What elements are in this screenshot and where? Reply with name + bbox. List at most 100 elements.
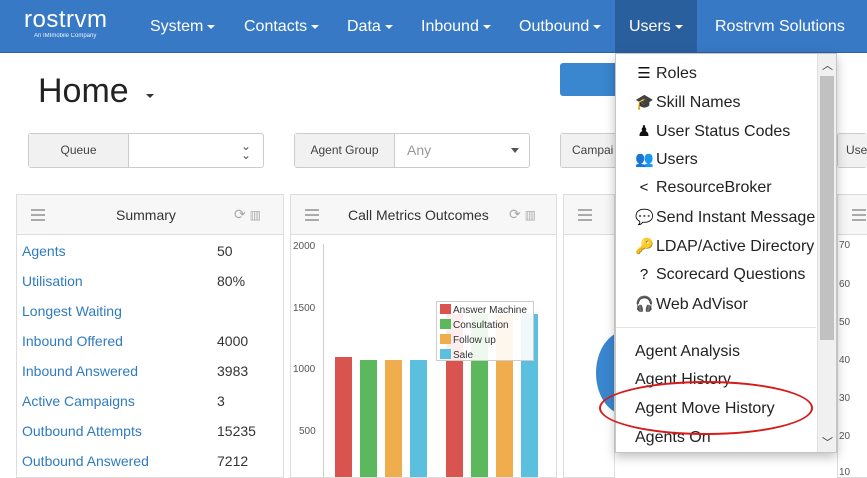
legend-swatch — [440, 304, 451, 314]
queue-label: Queue — [29, 134, 129, 167]
nav-system[interactable]: System — [150, 0, 216, 53]
menu-item-skill-names[interactable]: 🎓 Skill Names — [635, 93, 740, 112]
agent-group-select[interactable]: Any — [407, 134, 431, 167]
drag-handle-icon[interactable] — [852, 209, 866, 224]
legend-entry: Sale — [440, 349, 473, 362]
refresh-chart-icons[interactable]: ⟳ ▥ — [234, 206, 261, 223]
nav-data[interactable]: Data — [347, 0, 393, 53]
user-filter[interactable]: Use — [837, 133, 867, 168]
question-icon: ? — [639, 266, 649, 283]
nav-label: Users — [629, 18, 671, 35]
street-view-icon: ♟ — [637, 123, 651, 140]
queue-filter[interactable]: Queue ⌄ ⌄ — [28, 133, 264, 168]
menu-scrollbar[interactable]: ︿ ﹀ — [817, 54, 836, 452]
menu-item-resourcebroker[interactable]: < ResourceBroker — [635, 179, 772, 197]
chart-bar — [385, 360, 402, 477]
caret-down-icon[interactable] — [146, 94, 154, 98]
panel-title: Summary — [116, 207, 176, 223]
share-alt-icon: < — [639, 179, 649, 196]
chart-bar — [360, 360, 377, 477]
menu-label: Scorecard Questions — [656, 266, 806, 283]
drag-handle-icon[interactable] — [31, 209, 45, 224]
scroll-thumb[interactable] — [820, 76, 834, 340]
summary-label[interactable]: Active Campaigns — [22, 393, 135, 409]
menu-item-user-status-codes[interactable]: ♟ User Status Codes — [635, 122, 790, 141]
caret-down-icon — [482, 24, 491, 29]
menu-item-agent-analysis[interactable]: Agent Analysis — [635, 343, 740, 361]
y-tick-label: 40 — [839, 355, 851, 366]
y-axis-line — [323, 244, 324, 477]
menu-divider — [616, 327, 816, 328]
legend-label: Follow up — [453, 335, 496, 346]
menu-item-web-advisor[interactable]: 🎧 Web AdVisor — [635, 295, 748, 314]
primary-action-button[interactable] — [560, 63, 620, 96]
summary-value: 7212 — [217, 453, 249, 469]
menu-label: ResourceBroker — [656, 179, 772, 196]
nav-users[interactable]: Users — [615, 0, 697, 53]
nav-label: Data — [347, 18, 381, 35]
graduation-cap-icon: 🎓 — [635, 94, 654, 111]
users-icon: 👥 — [635, 151, 654, 168]
nav-outbound[interactable]: Outbound — [519, 0, 602, 53]
page-title[interactable]: Home — [38, 72, 129, 111]
summary-label[interactable]: Inbound Offered — [22, 333, 123, 349]
legend-swatch — [440, 334, 451, 344]
panel-header: Call Metrics Outcomes ⟳ ▥ — [291, 195, 556, 235]
call-metrics-panel: Call Metrics Outcomes ⟳ ▥ 2000 1500 1000… — [290, 194, 557, 478]
agent-group-filter[interactable]: Agent Group Any — [294, 133, 530, 168]
nav-rostrvm-solutions[interactable]: Rostrvm Solutions — [715, 0, 845, 53]
logo-subtitle: An IMImobile Company — [34, 33, 97, 39]
menu-item-send-instant-message[interactable]: 💬 Send Instant Message — [635, 208, 815, 227]
panel-header — [838, 195, 867, 235]
campaign-label: Campai — [561, 134, 621, 167]
y-tick-label: 50 — [839, 317, 851, 328]
summary-label[interactable]: Inbound Answered — [22, 363, 138, 379]
chart-legend: Answer Machine Consultation Follow up Sa… — [436, 301, 534, 361]
summary-label[interactable]: Outbound Attempts — [22, 423, 142, 439]
summary-value: 50 — [217, 243, 233, 259]
summary-panel: Summary ⟳ ▥ Agents 50 Utilisation 80% Lo… — [16, 194, 284, 478]
menu-label: LDAP/Active Directory — [656, 238, 815, 255]
comment-icon: 💬 — [635, 209, 654, 226]
menu-item-ldap[interactable]: 🔑 LDAP/Active Directory — [635, 237, 814, 256]
menu-item-roles[interactable]: ☰ Roles — [635, 64, 697, 83]
chart-bar — [410, 360, 427, 477]
caret-down-icon — [384, 24, 393, 29]
legend-label: Sale — [453, 350, 474, 361]
rostrvm-logo[interactable]: rostrvm An IMImobile Company — [24, 8, 108, 40]
summary-label[interactable]: Longest Waiting — [22, 303, 122, 319]
chevrons-down-icon: ⌄ ⌄ — [241, 139, 252, 162]
drag-handle-icon[interactable] — [305, 209, 319, 224]
menu-item-scorecard-questions[interactable]: ? Scorecard Questions — [635, 266, 806, 284]
menu-item-users[interactable]: 👥 Users — [635, 150, 698, 169]
scroll-up-icon[interactable]: ︿ — [818, 57, 836, 73]
logo-text: rostrvm — [24, 6, 108, 33]
summary-value: 3 — [217, 393, 225, 409]
agent-group-label: Agent Group — [295, 134, 395, 167]
campaign-filter[interactable]: Campai — [560, 133, 621, 168]
nav-label: Outbound — [519, 18, 590, 35]
nav-inbound[interactable]: Inbound — [421, 0, 491, 53]
summary-label[interactable]: Outbound Answered — [22, 453, 149, 469]
highlight-annotation — [599, 381, 813, 435]
summary-value: 15235 — [217, 423, 256, 439]
panel-title: Call Metrics Outcomes — [348, 207, 489, 223]
summary-label[interactable]: Agents — [22, 243, 66, 259]
scroll-down-icon[interactable]: ﹀ — [818, 434, 836, 450]
summary-label[interactable]: Utilisation — [22, 273, 83, 289]
caret-down-icon — [311, 24, 320, 29]
nav-contacts[interactable]: Contacts — [244, 0, 320, 53]
summary-value: 3983 — [217, 363, 249, 379]
caret-down-icon — [674, 24, 683, 29]
menu-label: Send Instant Message — [656, 209, 816, 226]
drag-handle-icon[interactable] — [578, 209, 592, 224]
y-tick-label: 30 — [839, 393, 851, 404]
menu-label: Roles — [656, 65, 697, 82]
caret-down-icon — [207, 24, 216, 29]
menu-label: Skill Names — [656, 94, 741, 111]
legend-label: Consultation — [453, 320, 509, 331]
y-tick-label: 70 — [839, 240, 851, 251]
refresh-chart-icons[interactable]: ⟳ ▥ — [509, 206, 536, 223]
legend-label: Answer Machine — [453, 305, 527, 316]
key-icon: 🔑 — [635, 238, 654, 255]
